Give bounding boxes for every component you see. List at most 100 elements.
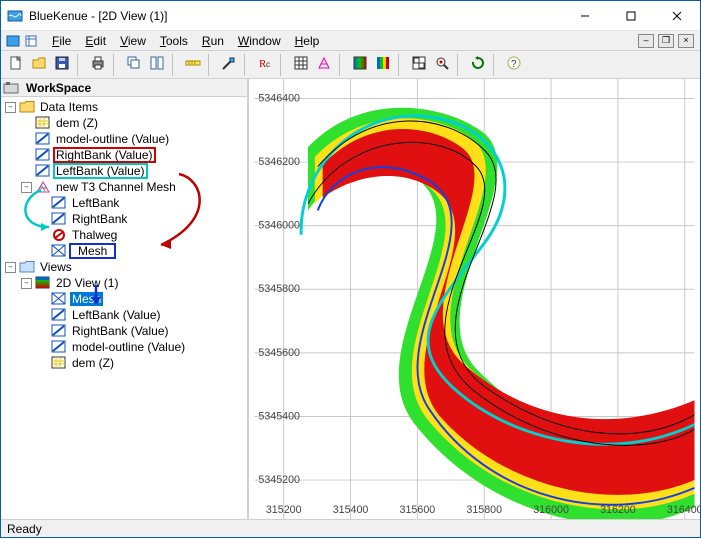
grid-yellow-icon <box>51 355 67 371</box>
diag-icon <box>51 323 67 339</box>
save-icon <box>54 55 70 74</box>
expand-toggle <box>37 326 48 337</box>
menubar: FileEditViewToolsRunWindowHelp – ❐ × <box>1 31 700 51</box>
tree-label[interactable]: model-outline (Value) <box>70 340 187 354</box>
tree-node[interactable]: – Data Items <box>1 99 247 115</box>
diag-icon <box>51 339 67 355</box>
tree-node[interactable]: – Views <box>1 259 247 275</box>
view2d-icon <box>35 275 51 291</box>
svg-text:316000: 316000 <box>533 504 569 516</box>
toolbar-refresh-button[interactable] <box>467 54 489 76</box>
tree-label[interactable]: Mesh <box>70 244 115 258</box>
tree-label[interactable]: new T3 Channel Mesh <box>54 180 178 194</box>
expand-toggle <box>37 246 48 257</box>
tree-label[interactable]: Data Items <box>38 100 100 114</box>
tree-label[interactable]: Mesh <box>70 292 103 306</box>
tree-node[interactable]: – new T3 Channel Mesh <box>1 179 247 195</box>
diag-icon <box>35 131 51 147</box>
svg-text:5346400: 5346400 <box>258 92 300 104</box>
menu-run[interactable]: Run <box>195 32 231 50</box>
mdi-minimize-button[interactable]: – <box>638 34 654 48</box>
tree-node[interactable]: LeftBank (Value) <box>1 163 247 179</box>
doc-menu-icon[interactable] <box>23 33 39 49</box>
expand-toggle[interactable]: – <box>21 278 32 289</box>
toolbar-palette-button[interactable] <box>372 54 394 76</box>
diag-icon <box>35 163 51 179</box>
menu-tools[interactable]: Tools <box>153 32 195 50</box>
menu-window[interactable]: Window <box>231 32 288 50</box>
tree-node[interactable]: Mesh <box>1 291 247 307</box>
menu-file[interactable]: File <box>45 32 78 50</box>
tile-icon <box>149 55 165 74</box>
toolbar-rubber-button[interactable]: Rc <box>254 54 276 76</box>
app-menu-icon[interactable] <box>5 33 21 49</box>
toolbar-help-button[interactable]: ? <box>503 54 525 76</box>
menu-view[interactable]: View <box>113 32 153 50</box>
window-title: BlueKenue - [2D View (1)] <box>29 9 562 23</box>
tree-node[interactable]: RightBank <box>1 211 247 227</box>
toolbar-save-button[interactable] <box>51 54 73 76</box>
tree-label[interactable]: LeftBank <box>70 196 121 210</box>
toolbar-contour-button[interactable] <box>349 54 371 76</box>
expand-toggle <box>21 150 32 161</box>
svg-text:?: ? <box>511 59 517 70</box>
toolbar-print-button[interactable] <box>87 54 109 76</box>
menu-edit[interactable]: Edit <box>78 32 113 50</box>
folder-icon <box>19 99 35 115</box>
tree-node[interactable]: model-outline (Value) <box>1 339 247 355</box>
toolbar-zoom-extents-button[interactable] <box>431 54 453 76</box>
rubber-icon: Rc <box>257 55 273 74</box>
tree[interactable]: – Data Items dem (Z) model-outline (Value) R… <box>1 97 247 519</box>
expand-toggle <box>21 134 32 145</box>
toolbar-measure-button[interactable] <box>182 54 204 76</box>
diag-icon <box>35 147 51 163</box>
tree-node[interactable]: model-outline (Value) <box>1 131 247 147</box>
toolbar: Rc? <box>1 51 700 79</box>
toolbar-grid-button[interactable] <box>290 54 312 76</box>
toolbar-legend-button[interactable] <box>408 54 430 76</box>
tree-label[interactable]: dem (Z) <box>54 116 100 130</box>
expand-toggle[interactable]: – <box>21 182 32 193</box>
maximize-button[interactable] <box>608 1 654 31</box>
close-button[interactable] <box>654 1 700 31</box>
toolbar-open-button[interactable] <box>28 54 50 76</box>
expand-toggle[interactable]: – <box>5 262 16 273</box>
tree-node[interactable]: Thalweg <box>1 227 247 243</box>
tree-node[interactable]: RightBank (Value) <box>1 147 247 163</box>
tree-label[interactable]: Views <box>38 260 74 274</box>
tree-node[interactable]: – 2D View (1) <box>1 275 247 291</box>
toolbar-cascade-button[interactable] <box>123 54 145 76</box>
grid-yellow-icon <box>35 115 51 131</box>
tree-label[interactable]: LeftBank (Value) <box>54 164 147 178</box>
tree-label[interactable]: LeftBank (Value) <box>70 308 163 322</box>
tree-label[interactable]: 2D View (1) <box>54 276 120 290</box>
tree-node[interactable]: LeftBank <box>1 195 247 211</box>
menu-help[interactable]: Help <box>288 32 327 50</box>
tree-label[interactable]: RightBank <box>70 212 129 226</box>
tree-label[interactable]: dem (Z) <box>70 356 116 370</box>
workarea: WorkSpace – Data Items dem (Z) model-outlin… <box>1 79 700 519</box>
minimize-button[interactable] <box>562 1 608 31</box>
tree-label[interactable]: RightBank (Value) <box>70 324 171 338</box>
toolbar-tile-button[interactable] <box>146 54 168 76</box>
toolbar-mesh-button[interactable] <box>313 54 335 76</box>
diag-icon <box>51 211 67 227</box>
expand-toggle[interactable]: – <box>5 102 16 113</box>
svg-text:5345400: 5345400 <box>258 410 300 422</box>
help-icon: ? <box>506 55 522 74</box>
tree-node[interactable]: Mesh <box>1 243 247 259</box>
mdi-close-button[interactable]: × <box>678 34 694 48</box>
tree-node[interactable]: dem (Z) <box>1 115 247 131</box>
workspace-title: WorkSpace <box>26 81 91 95</box>
toolbar-new-button[interactable] <box>5 54 27 76</box>
viewport-2d[interactable]: 5346400534620053460005345800534560053454… <box>249 79 700 519</box>
toolbar-pan-button[interactable] <box>218 54 240 76</box>
tree-node[interactable]: LeftBank (Value) <box>1 307 247 323</box>
tree-node[interactable]: RightBank (Value) <box>1 323 247 339</box>
mdi-restore-button[interactable]: ❐ <box>658 34 674 48</box>
tree-label[interactable]: Thalweg <box>70 228 119 242</box>
tree-node[interactable]: dem (Z) <box>1 355 247 371</box>
mesh-blue-icon <box>51 243 67 259</box>
tree-label[interactable]: model-outline (Value) <box>54 132 171 146</box>
tree-label[interactable]: RightBank (Value) <box>54 148 155 162</box>
